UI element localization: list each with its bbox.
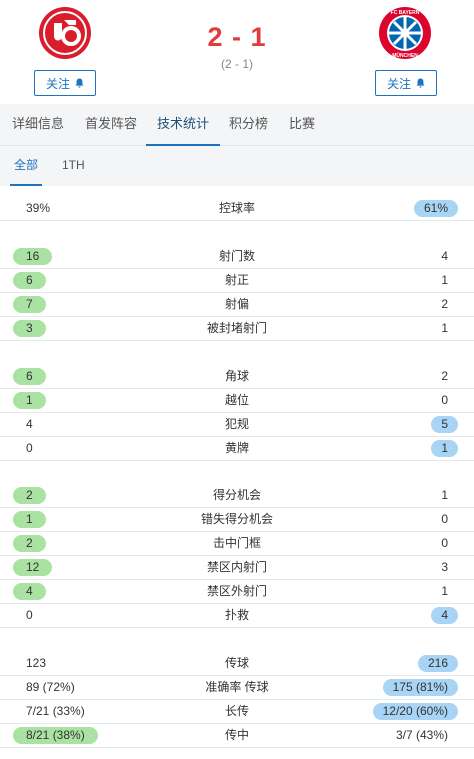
stat-row-fouls: 4 犯规 5 [0, 413, 474, 437]
stat-row-shots-on-target: 6 射正 1 [0, 269, 474, 293]
stat-away-value: 1 [441, 488, 448, 502]
stat-row-shots-off-target: 7 射偏 2 [0, 293, 474, 317]
stat-row-yellow-cards: 0 黄牌 1 [0, 437, 474, 461]
follow-home-button[interactable]: 关注 [34, 70, 96, 96]
stat-away-value: 4 [431, 607, 458, 624]
stat-name: 禁区外射门 [206, 584, 267, 598]
stat-name: 扑救 [224, 608, 249, 622]
stat-away-value: 2 [441, 297, 448, 311]
stat-away-value: 216 [417, 655, 458, 672]
stat-away-value: 2 [441, 369, 448, 383]
stat-name: 射正 [224, 273, 249, 287]
stat-name: 传球 [224, 656, 249, 670]
stat-away-value: 3 [441, 560, 448, 574]
stat-row-long-balls: 7/21 (33%) 长传 12/20 (60%) [0, 700, 474, 724]
stat-name: 错失得分机会 [200, 512, 273, 526]
stat-row-saves: 0 扑救 4 [0, 604, 474, 628]
stat-away-value: 3/7 (43%) [395, 728, 448, 742]
stat-away-value: 12/20 (60%) [372, 703, 458, 720]
stat-row-big-chances-missed: 1 错失得分机会 0 [0, 508, 474, 532]
stat-name: 击中门框 [212, 536, 261, 550]
tab-details[interactable]: 详细信息 [12, 104, 64, 146]
stat-row-shots: 16 射门数 4 [0, 245, 474, 269]
match-header: 2 - 1 (2 - 1) FC BAYERN MÜNCHEN 关注 关注 [0, 0, 474, 104]
bell-icon [75, 78, 84, 88]
stat-name: 越位 [224, 393, 249, 407]
stat-away-value: 4 [441, 249, 448, 263]
tab-lineups[interactable]: 首发阵容 [85, 104, 137, 146]
tab-standings[interactable]: 积分榜 [229, 104, 268, 146]
match-tabs: 详细信息 首发阵容 技术统计 积分榜 比赛 [0, 104, 474, 147]
follow-away-label: 关注 [386, 76, 411, 91]
stat-row-crosses: 8/21 (38%) 传中 3/7 (43%) [0, 724, 474, 748]
stat-away-value: 175 (81%) [382, 679, 458, 696]
stat-name: 射门数 [218, 249, 255, 263]
subtab-first-half[interactable]: 1TH [62, 146, 85, 186]
stat-away-value: 61% [413, 200, 458, 217]
stat-name: 犯规 [224, 417, 249, 431]
stat-name: 射偏 [224, 297, 249, 311]
stat-away-value: 1 [441, 584, 448, 598]
stat-name: 禁区内射门 [206, 560, 267, 574]
stat-row-blocked-shots: 3 被封堵射门 1 [0, 317, 474, 341]
svg-text:MÜNCHEN: MÜNCHEN [392, 52, 418, 59]
stat-name: 控球率 [218, 201, 255, 215]
stat-away-value: 1 [431, 440, 458, 457]
period-tabs: 全部 1TH [0, 146, 474, 186]
stat-row-shots-outside-box: 4 禁区外射门 1 [0, 580, 474, 604]
stat-name: 黄牌 [224, 441, 249, 455]
subtab-all[interactable]: 全部 [9, 146, 43, 186]
stat-row-big-chances: 2 得分机会 1 [0, 484, 474, 508]
stat-name: 角球 [224, 369, 249, 383]
stat-row-hit-woodwork: 2 击中门框 0 [0, 532, 474, 556]
svg-text:FC BAYERN: FC BAYERN [391, 10, 420, 16]
stat-row-passes: 123 传球 216 [0, 652, 474, 676]
stat-name: 被封堵射门 [206, 321, 267, 335]
stat-row-corners: 6 角球 2 [0, 365, 474, 389]
away-team-logo[interactable]: FC BAYERN MÜNCHEN [378, 6, 432, 60]
stat-row-offsides: 1 越位 0 [0, 389, 474, 413]
stat-away-value: 0 [441, 393, 448, 407]
follow-away-button[interactable]: 关注 [375, 70, 437, 96]
tab-matches[interactable]: 比赛 [289, 104, 315, 146]
stat-away-value: 1 [441, 321, 448, 335]
bell-icon [416, 78, 425, 88]
stat-away-value: 0 [441, 512, 448, 526]
stat-away-value: 5 [431, 416, 458, 433]
stat-row-possession: 39% 控球率 61% [0, 197, 474, 221]
stat-row-shots-inside-box: 12 禁区内射门 3 [0, 556, 474, 580]
follow-home-label: 关注 [45, 76, 70, 91]
stat-row-pass-accuracy: 89 (72%) 准确率 传球 175 (81%) [0, 676, 474, 700]
stat-away-value: 0 [441, 536, 448, 550]
stat-away-value: 1 [441, 273, 448, 287]
tab-stats[interactable]: 技术统计 [145, 104, 221, 147]
stat-name: 得分机会 [212, 488, 261, 502]
